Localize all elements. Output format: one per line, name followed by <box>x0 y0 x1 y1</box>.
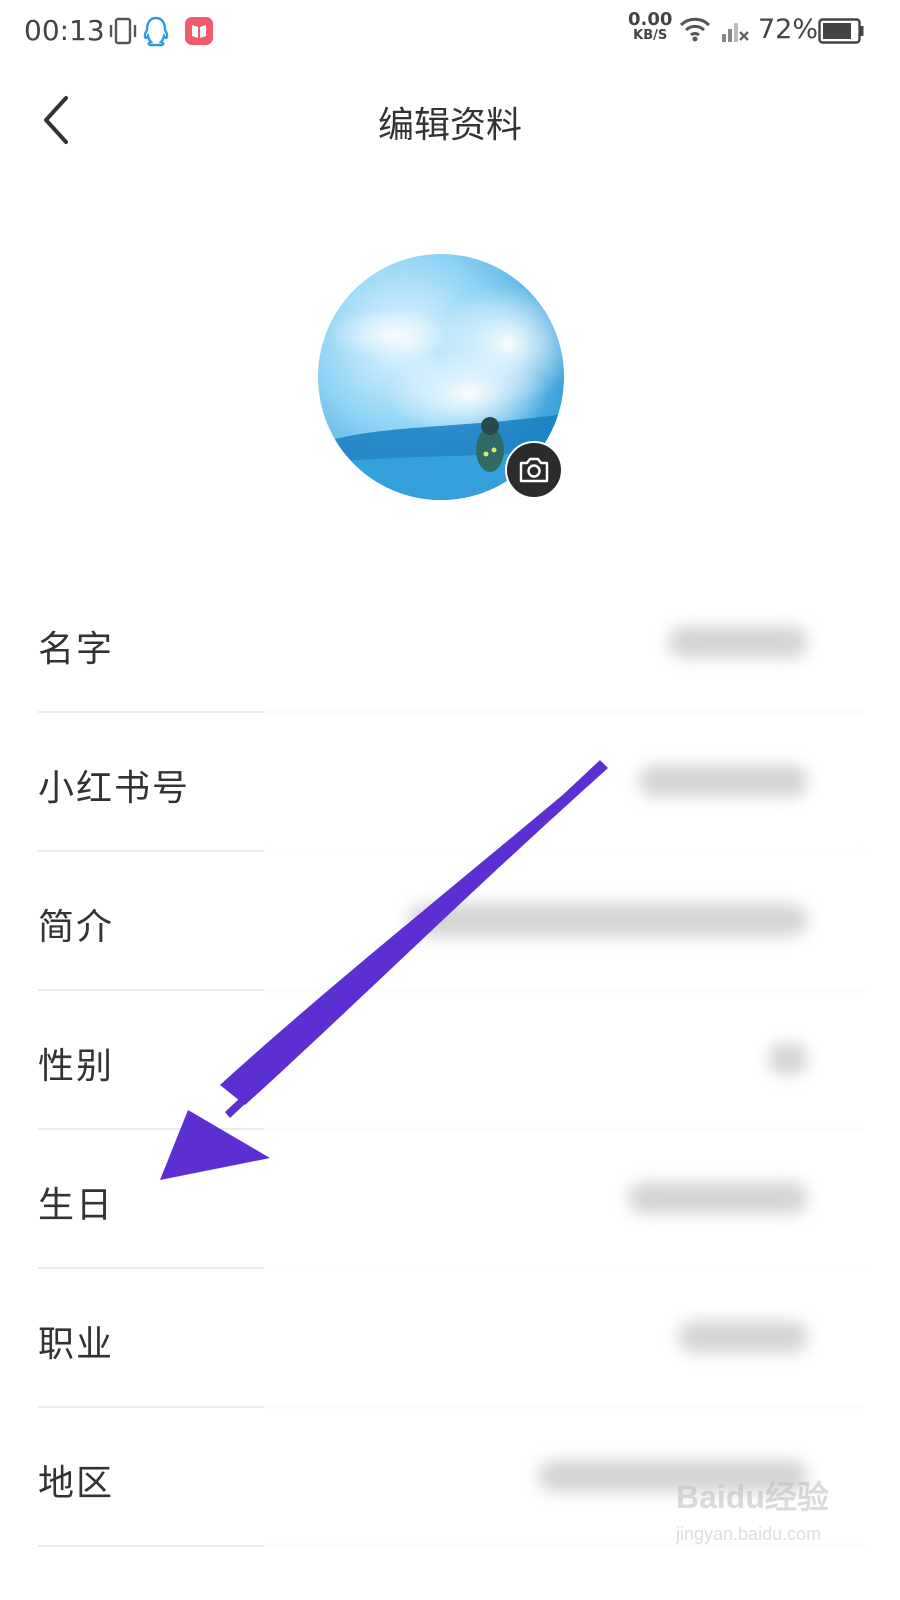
vibrate-icon <box>108 16 138 50</box>
network-speed: 0.00 KB/S <box>628 9 673 44</box>
battery-percent: 72% <box>758 14 819 45</box>
row-label: 地区 <box>38 1463 115 1504</box>
signal-icon <box>720 16 750 48</box>
row-label: 职业 <box>38 1324 115 1365</box>
row-value-hidden <box>638 765 808 797</box>
row-value-hidden <box>768 1043 808 1075</box>
row-name[interactable]: 名字 <box>0 574 900 713</box>
status-bar: 00:13 0.00 KB/S 72% <box>0 0 900 64</box>
status-time: 00:13 <box>24 14 105 47</box>
book-app-icon <box>184 16 214 50</box>
baidu-jingyan-watermark: Baidu经验 jingyan.baidu.com <box>676 1472 876 1562</box>
wifi-icon <box>678 14 712 48</box>
row-label: 生日 <box>38 1185 115 1226</box>
divider <box>38 1545 264 1547</box>
row-occupation[interactable]: 职业 <box>0 1269 900 1408</box>
row-value-hidden <box>628 1182 808 1214</box>
watermark-brand: Baidu经验 <box>676 1479 829 1515</box>
row-value-hidden <box>668 626 808 658</box>
page-title: 编辑资料 <box>377 105 522 146</box>
annotation-arrow <box>160 760 608 1180</box>
watermark-site: jingyan.baidu.com <box>676 1524 822 1544</box>
row-label: 简介 <box>38 907 115 948</box>
battery-icon <box>818 18 864 48</box>
qq-icon <box>142 16 170 52</box>
change-avatar-button[interactable] <box>505 441 563 499</box>
camera-icon <box>519 457 549 483</box>
row-value-hidden <box>678 1321 808 1353</box>
row-label: 名字 <box>38 629 115 670</box>
row-label: 性别 <box>38 1046 115 1087</box>
